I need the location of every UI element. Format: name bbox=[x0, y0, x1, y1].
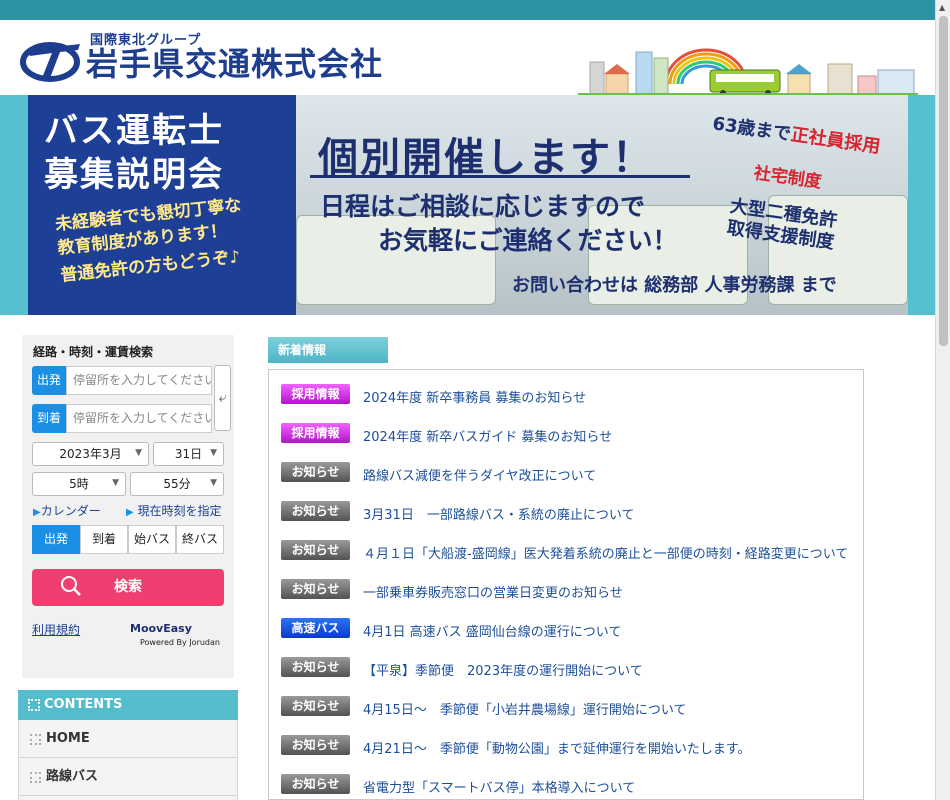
banner-contact: お問い合わせは 総務部 人事労務課 まで bbox=[512, 275, 837, 296]
triangle-right-icon: ▶ bbox=[126, 507, 134, 518]
search-button[interactable]: 検索 bbox=[32, 569, 224, 606]
info-badge: お知らせ bbox=[281, 579, 350, 599]
news-item[interactable]: 採用情報 2024年度 新卒事務員 募集のお知らせ bbox=[281, 382, 861, 406]
town-illustration-icon bbox=[578, 48, 918, 96]
mooveasy-brand: MoovEasy bbox=[130, 622, 192, 635]
from-tag: 出発 bbox=[32, 366, 66, 395]
recruit-badge: 採用情報 bbox=[281, 384, 350, 404]
news-item[interactable]: お知らせ 4月21日～ 季節便「動物公園」まで延伸運行を開始いたします。 bbox=[281, 733, 861, 757]
news-link[interactable]: 2024年度 新卒事務員 募集のお知らせ bbox=[363, 387, 586, 406]
news-item[interactable]: 採用情報 2024年度 新卒バスガイド 募集のお知らせ bbox=[281, 421, 861, 445]
news-link[interactable]: 2024年度 新卒バスガイド 募集のお知らせ bbox=[363, 426, 612, 445]
page-scrollbar[interactable]: ▲ bbox=[935, 0, 950, 800]
chevron-down-icon: ▼ bbox=[210, 478, 217, 488]
chevron-down-icon: ▼ bbox=[210, 448, 217, 458]
news-item[interactable]: お知らせ 一部乗車券販売窓口の営業日変更のお知らせ bbox=[281, 577, 861, 601]
news-link[interactable]: 4月1日 高速バス 盛岡仙台線の運行について bbox=[363, 621, 621, 640]
mooveasy-logo: MoovEasy Powered By Jorudan bbox=[130, 622, 226, 652]
banner-line-2: お気軽にご連絡ください！ bbox=[378, 226, 678, 255]
news-item[interactable]: 高速バス 4月1日 高速バス 盛岡仙台線の運行について bbox=[281, 616, 861, 640]
news-link[interactable]: ４月１日「大船渡-盛岡線」医大発着系統の廃止と一部便の時刻・経路変更について bbox=[363, 543, 848, 562]
banner-left-panel: バス運転士 募集説明会 未経験者でも懇切丁寧な 教育制度があります！ 普通免許の… bbox=[28, 95, 296, 315]
news-list: 採用情報 2024年度 新卒事務員 募集のお知らせ 採用情報 2024年度 新卒… bbox=[268, 369, 864, 800]
bullet-icon bbox=[30, 734, 41, 745]
contents-icon bbox=[28, 699, 40, 711]
info-badge: お知らせ bbox=[281, 657, 350, 677]
top-bar bbox=[0, 0, 950, 20]
search-title: 経路・時刻・運賃検索 bbox=[33, 345, 154, 359]
swap-stops-button[interactable]: ⤶ bbox=[214, 365, 231, 431]
banner-underline bbox=[310, 175, 690, 178]
banner-left-title: バス運転士 募集説明会 bbox=[44, 111, 224, 195]
info-badge: お知らせ bbox=[281, 696, 350, 716]
mode-departure[interactable]: 出発 bbox=[32, 525, 80, 554]
bullet-icon bbox=[30, 772, 41, 783]
minute-select[interactable]: 55分 ▼ bbox=[130, 472, 224, 496]
info-badge: お知らせ bbox=[281, 462, 350, 482]
news-item[interactable]: お知らせ ４月１日「大船渡-盛岡線」医大発着系統の廃止と一部便の時刻・経路変更に… bbox=[281, 538, 861, 562]
swap-arrow-icon: ⤶ bbox=[218, 390, 227, 406]
info-badge: お知らせ bbox=[281, 540, 350, 560]
express-bus-badge: 高速バス bbox=[281, 618, 350, 638]
banner-line-1: 日程はご相談に応じますので bbox=[320, 192, 646, 221]
news-item[interactable]: お知らせ 省電力型「スマートバス停」本格導入について bbox=[281, 772, 861, 796]
news-item[interactable]: お知らせ 路線バス減便を伴うダイヤ改正について bbox=[281, 460, 861, 484]
chevron-down-icon: ▼ bbox=[135, 448, 142, 458]
search-icon bbox=[61, 576, 81, 596]
scroll-up-icon[interactable]: ▲ bbox=[939, 3, 945, 12]
info-badge: お知らせ bbox=[281, 774, 350, 794]
news-link[interactable]: 路線バス減便を伴うダイヤ改正について bbox=[363, 465, 596, 484]
news-tab: 新着情報 bbox=[268, 337, 388, 363]
news-item[interactable]: お知らせ 4月15日～ 季節便「小岩井農場線」運行開始について bbox=[281, 694, 861, 718]
year-month-select[interactable]: 2023年3月 ▼ bbox=[32, 442, 149, 466]
menu-item-next[interactable] bbox=[18, 796, 238, 800]
from-row: 出発 停留所を入力してください bbox=[32, 366, 212, 395]
news-link[interactable]: 【平泉】季節便 2023年度の運行開始について bbox=[363, 660, 643, 679]
mode-arrival[interactable]: 到着 bbox=[80, 525, 128, 554]
to-tag: 到着 bbox=[32, 404, 66, 433]
triangle-right-icon: ▶ bbox=[33, 507, 41, 518]
recruit-badge: 採用情報 bbox=[281, 423, 350, 443]
company-logo-icon[interactable] bbox=[20, 38, 82, 82]
recruit-banner[interactable]: バス運転士 募集説明会 未経験者でも懇切丁寧な 教育制度があります！ 普通免許の… bbox=[28, 95, 908, 315]
to-stop-input[interactable]: 停留所を入力してください bbox=[66, 404, 212, 433]
hour-select[interactable]: 5時 ▼ bbox=[32, 472, 126, 496]
contents-heading: CONTENTS bbox=[18, 690, 238, 720]
menu-item-home[interactable]: HOME bbox=[18, 720, 238, 758]
info-badge: お知らせ bbox=[281, 735, 350, 755]
news-item[interactable]: お知らせ 【平泉】季節便 2023年度の運行開始について bbox=[281, 655, 861, 679]
site-header: 国際東北グループ 岩手県交通株式会社 bbox=[0, 20, 935, 96]
news-link[interactable]: 省電力型「スマートバス停」本格導入について bbox=[363, 777, 635, 796]
calendar-link[interactable]: ▶カレンダー bbox=[33, 502, 101, 519]
route-search-panel: 経路・時刻・運賃検索 出発 停留所を入力してください 到着 停留所を入力してくだ… bbox=[22, 335, 234, 678]
contents-menu: CONTENTS HOME 路線バス bbox=[18, 690, 238, 800]
powered-by: Powered By Jorudan bbox=[140, 638, 220, 647]
news-link[interactable]: 4月15日～ 季節便「小岩井農場線」運行開始について bbox=[363, 699, 686, 718]
to-row: 到着 停留所を入力してください bbox=[32, 404, 212, 433]
news-link[interactable]: 一部乗車券販売窓口の営業日変更のお知らせ bbox=[363, 582, 623, 601]
menu-item-route-bus[interactable]: 路線バス bbox=[18, 758, 238, 796]
terms-link[interactable]: 利用規約 bbox=[32, 621, 80, 638]
mode-last-bus[interactable]: 終バス bbox=[176, 525, 224, 554]
banner-point-1: 63歳まで正社員採用 bbox=[711, 113, 882, 158]
current-time-link[interactable]: ▶ 現在時刻を指定 bbox=[126, 502, 222, 519]
chevron-down-icon: ▼ bbox=[112, 478, 119, 488]
scroll-thumb[interactable] bbox=[939, 16, 948, 346]
from-stop-input[interactable]: 停留所を入力してください bbox=[66, 366, 212, 395]
info-badge: お知らせ bbox=[281, 501, 350, 521]
news-link[interactable]: 3月31日 一部路線バス・系統の廃止について bbox=[363, 504, 634, 523]
news-item[interactable]: お知らせ 3月31日 一部路線バス・系統の廃止について bbox=[281, 499, 861, 523]
mode-first-bus[interactable]: 始バス bbox=[128, 525, 176, 554]
banner-point-2: 社宅制度 bbox=[752, 163, 823, 193]
company-name[interactable]: 岩手県交通株式会社 bbox=[86, 46, 383, 82]
news-link[interactable]: 4月21日～ 季節便「動物公園」まで延伸運行を開始いたします。 bbox=[363, 738, 751, 757]
day-select[interactable]: 31日 ▼ bbox=[153, 442, 224, 466]
search-mode-tabs: 出発 到着 始バス 終バス bbox=[32, 525, 224, 554]
